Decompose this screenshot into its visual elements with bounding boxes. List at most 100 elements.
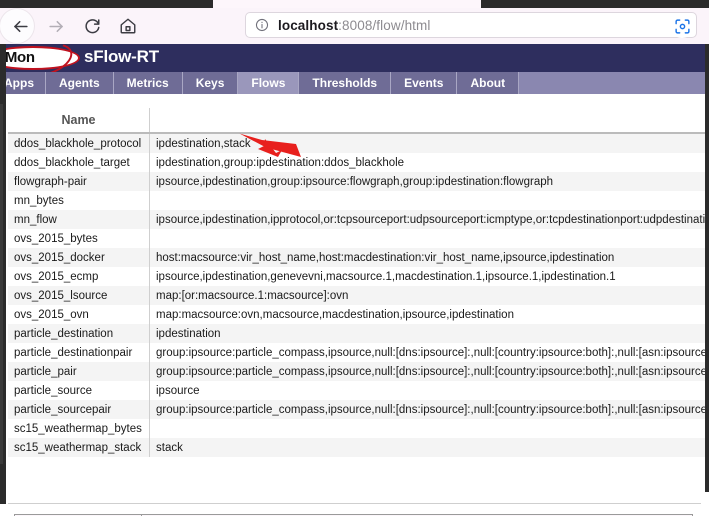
cell-keys: map:[or:macsource.1:macsource]:ovn bbox=[149, 286, 709, 305]
cell-keys: map:macsource:ovn,macsource,macdestinati… bbox=[149, 305, 709, 324]
red-arrow-annotation bbox=[239, 133, 301, 157]
flows-table-body: ddos_blackhole_protocol ipdestination,sta… bbox=[8, 133, 709, 457]
cell-keys bbox=[149, 229, 709, 248]
table-row[interactable]: ovs_2015_docker host:macsource:vir_host_n… bbox=[8, 248, 709, 267]
app-nav-bar: Apps Agents Metrics Keys Flows Threshold… bbox=[0, 72, 709, 94]
url-text: localhost:8008/flow/html bbox=[278, 18, 430, 33]
info-circle-icon[interactable] bbox=[255, 18, 269, 32]
app-header: nMon sFlow-RT bbox=[0, 44, 709, 72]
cell-name: ddos_blackhole_protocol bbox=[8, 133, 150, 153]
cell-name: flowgraph-pair bbox=[8, 172, 150, 191]
url-path: :8008/flow/html bbox=[338, 17, 431, 33]
cell-keys: ipdestination,stack bbox=[149, 133, 709, 153]
table-row[interactable]: mn_flow ipsource,ipdestination,ipprotocol… bbox=[8, 210, 709, 229]
nav-tab-agents[interactable]: Agents bbox=[46, 72, 114, 94]
table-row[interactable]: particle_source ipsource bbox=[8, 381, 709, 400]
table-row[interactable]: sc15_weathermap_stack stack bbox=[8, 438, 709, 457]
cell-name: particle_source bbox=[8, 381, 150, 400]
cell-keys: ipsource,ipdestination,genevevni,macsour… bbox=[149, 267, 709, 286]
arrow-right-icon bbox=[48, 20, 63, 32]
url-host: localhost bbox=[278, 17, 339, 33]
nav-tab-about[interactable]: About bbox=[457, 72, 520, 94]
table-row[interactable]: particle_pair group:ipsource:particle_com… bbox=[8, 362, 709, 381]
table-row[interactable]: particle_destination ipdestination bbox=[8, 324, 709, 343]
nav-tab-events[interactable]: Events bbox=[391, 72, 458, 94]
flows-table-container: Name ddos_blackhole_protocol ipdestinatio… bbox=[8, 108, 709, 457]
nav-tab-metrics[interactable]: Metrics bbox=[113, 72, 183, 94]
cell-keys: group:ipsource:particle_compass,ipsource… bbox=[149, 343, 709, 362]
forward-button[interactable] bbox=[38, 8, 74, 44]
nav-tab-apps[interactable]: Apps bbox=[0, 72, 46, 94]
nav-tab-label: Apps bbox=[4, 76, 34, 90]
cell-name: particle_destinationpair bbox=[8, 343, 150, 362]
navigation-buttons bbox=[0, 8, 146, 44]
cell-name: ovs_2015_ovn bbox=[8, 305, 150, 324]
cell-name: sc15_weathermap_bytes bbox=[8, 419, 150, 438]
cell-name: ovs_2015_bytes bbox=[8, 229, 150, 248]
inmon-logo: nMon bbox=[0, 46, 80, 70]
nav-tab-flows[interactable]: Flows bbox=[238, 72, 300, 94]
cell-keys bbox=[149, 419, 709, 438]
home-button[interactable] bbox=[110, 8, 146, 44]
table-row[interactable]: mn_bytes bbox=[8, 191, 709, 210]
address-bar[interactable]: localhost:8008/flow/html bbox=[245, 12, 697, 38]
cell-name: particle_sourcepair bbox=[8, 400, 150, 419]
table-row[interactable]: ddos_blackhole_protocol ipdestination,sta… bbox=[8, 133, 709, 153]
nav-tab-label: Keys bbox=[195, 76, 225, 90]
nav-tab-keys[interactable]: Keys bbox=[182, 72, 239, 94]
cell-name: ovs_2015_ecmp bbox=[8, 267, 150, 286]
cell-name: ddos_blackhole_target bbox=[8, 153, 150, 172]
nav-tab-label: Flows bbox=[251, 76, 286, 90]
cell-keys: ipdestination,group:ipdestination:ddos_b… bbox=[149, 153, 709, 172]
back-button[interactable] bbox=[0, 8, 38, 44]
table-header-row: Name bbox=[8, 108, 709, 134]
cell-keys: host:macsource:vir_host_name,host:macdes… bbox=[149, 248, 709, 267]
cell-keys: ipsource,ipdestination,group:ipsource:fl… bbox=[149, 172, 709, 191]
browser-tab-segment-active[interactable] bbox=[273, 0, 481, 8]
flows-table: Name ddos_blackhole_protocol ipdestinatio… bbox=[8, 108, 709, 457]
table-bottom-divider bbox=[8, 503, 701, 504]
nav-bar-filler bbox=[519, 72, 709, 94]
right-window-edge bbox=[705, 44, 709, 492]
cell-keys: ipsource,ipdestination,ipprotocol,or:tcp… bbox=[149, 210, 709, 229]
cell-keys: group:ipsource:particle_compass,ipsource… bbox=[149, 400, 709, 419]
cell-name: ovs_2015_lsource bbox=[8, 286, 150, 305]
table-row[interactable]: ovs_2015_bytes bbox=[8, 229, 709, 248]
table-row[interactable]: ovs_2015_ecmp ipsource,ipdestination,gene… bbox=[8, 267, 709, 286]
cell-keys: stack bbox=[149, 438, 709, 457]
table-row[interactable]: particle_sourcepair group:ipsource:partic… bbox=[8, 400, 709, 419]
table-row[interactable]: ovs_2015_lsource map:[or:macsource.1:macs… bbox=[8, 286, 709, 305]
nav-tab-label: Agents bbox=[59, 76, 100, 90]
product-name: sFlow-RT bbox=[84, 47, 159, 66]
table-row[interactable]: flowgraph-pair ipsource,ipdestination,gro… bbox=[8, 172, 709, 191]
cell-name: mn_bytes bbox=[8, 191, 150, 210]
browser-chrome: localhost:8008/flow/html bbox=[0, 0, 709, 44]
nav-tab-label: Thresholds bbox=[312, 76, 378, 90]
reload-icon bbox=[85, 19, 100, 34]
qr-scan-icon[interactable] bbox=[670, 14, 694, 38]
cell-name: ovs_2015_docker bbox=[8, 248, 150, 267]
column-header-keys[interactable] bbox=[149, 108, 709, 134]
column-header-name[interactable]: Name bbox=[8, 108, 150, 134]
cell-name: particle_destination bbox=[8, 324, 150, 343]
cell-keys: group:ipsource:particle_compass,ipsource… bbox=[149, 362, 709, 381]
reload-button[interactable] bbox=[74, 8, 110, 44]
table-row[interactable]: particle_destinationpair group:ipsource:p… bbox=[8, 343, 709, 362]
cell-name: sc15_weathermap_stack bbox=[8, 438, 150, 457]
table-row[interactable]: ovs_2015_ovn map:macsource:ovn,macsource,… bbox=[8, 305, 709, 324]
cell-name: mn_flow bbox=[8, 210, 150, 229]
browser-tab-segment-left[interactable] bbox=[213, 0, 273, 8]
nav-tab-label: About bbox=[470, 76, 506, 90]
home-icon bbox=[120, 18, 136, 34]
nav-tab-thresholds[interactable]: Thresholds bbox=[299, 72, 392, 94]
left-window-edge-inner bbox=[0, 104, 3, 464]
table-row[interactable]: sc15_weathermap_bytes bbox=[8, 419, 709, 438]
cell-keys: ipdestination bbox=[149, 324, 709, 343]
arrow-left-icon bbox=[13, 20, 28, 32]
cell-name: particle_pair bbox=[8, 362, 150, 381]
table-row[interactable]: ddos_blackhole_target ipdestination,group… bbox=[8, 153, 709, 172]
cell-keys bbox=[149, 191, 709, 210]
nav-tab-label: Events bbox=[404, 76, 444, 90]
nav-tab-label: Metrics bbox=[126, 76, 169, 90]
sflow-rt-page: nMon sFlow-RT Apps Agents Metrics Keys F… bbox=[0, 44, 709, 516]
